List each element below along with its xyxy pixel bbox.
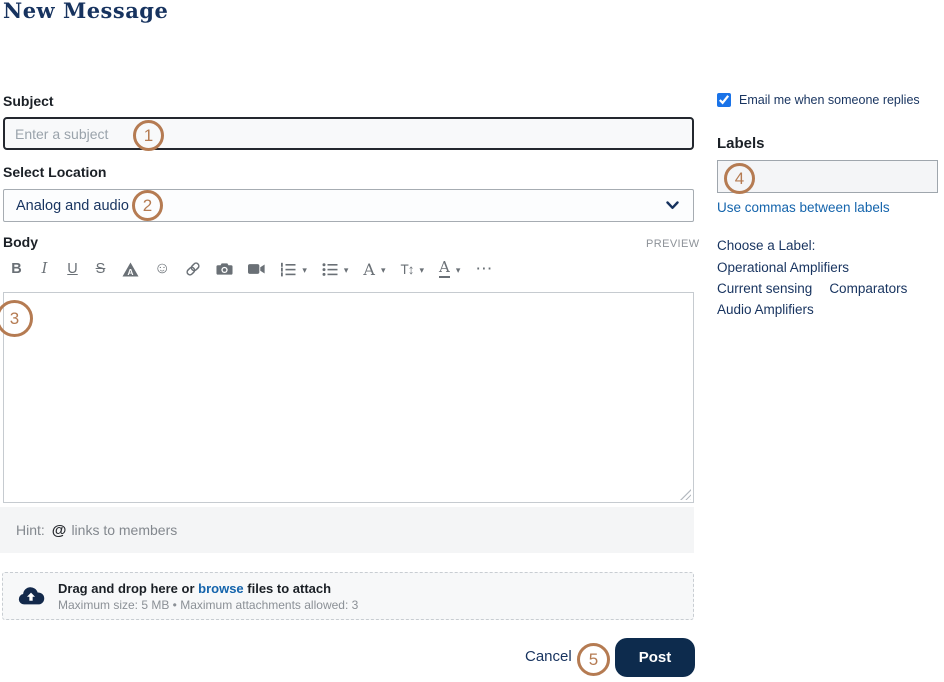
email-notify-label: Email me when someone replies	[739, 93, 920, 107]
attachment-text: Drag and drop here or browse files to at…	[58, 581, 358, 612]
spoiler-warning-icon[interactable]: A	[122, 257, 139, 281]
attachment-text-after: files to attach	[243, 580, 332, 596]
body-editor[interactable]	[4, 293, 693, 502]
chevron-down-icon	[420, 260, 425, 278]
preview-toggle[interactable]: PREVIEW	[646, 238, 700, 250]
svg-text:A: A	[127, 267, 133, 277]
label-link-current-sensing[interactable]: Current sensing	[717, 281, 812, 296]
label-link-comparators[interactable]: Comparators	[829, 281, 907, 296]
location-label: Select Location	[3, 164, 107, 180]
attachment-instruction: Drag and drop here or browse files to at…	[58, 581, 358, 596]
hint-bar: Hint: @ links to members	[0, 507, 694, 553]
subject-label: Subject	[3, 93, 54, 109]
underline-icon[interactable]: U	[66, 257, 79, 281]
hint-prefix: Hint:	[16, 522, 45, 538]
cancel-button[interactable]: Cancel	[525, 648, 572, 665]
emoji-icon[interactable]: ☺	[154, 257, 170, 281]
insert-image-icon[interactable]	[216, 257, 233, 281]
labels-help-link[interactable]: Use commas between labels	[717, 200, 890, 215]
font-family-dropdown[interactable]: A	[363, 260, 385, 279]
chevron-down-icon	[456, 260, 461, 278]
annotation-2: 2	[132, 190, 163, 221]
body-label: Body	[3, 234, 38, 250]
label-link-operational-amplifiers[interactable]: Operational Amplifiers	[717, 260, 849, 275]
annotation-1: 1	[133, 120, 164, 151]
body-editor-container	[3, 292, 694, 503]
labels-heading: Labels	[717, 135, 765, 152]
label-suggestions: Operational Amplifiers Current sensing Co…	[717, 257, 943, 320]
font-size-icon: T↕	[400, 261, 415, 277]
suggestion-row: Operational Amplifiers	[717, 257, 943, 278]
annotation-4: 4	[724, 163, 755, 194]
text-color-dropdown[interactable]: A	[439, 258, 461, 278]
unordered-list-icon	[322, 262, 338, 276]
location-select[interactable]: Analog and audio	[3, 189, 694, 222]
subject-input[interactable]	[3, 117, 694, 150]
email-notify-checkbox[interactable]	[717, 93, 731, 107]
label-link-audio-amplifiers[interactable]: Audio Amplifiers	[717, 302, 814, 317]
browse-files-link[interactable]: browse	[198, 581, 244, 596]
warning-triangle-icon: A	[122, 262, 139, 277]
strikethrough-icon[interactable]: S	[94, 257, 107, 281]
location-selected-value: Analog and audio	[16, 197, 129, 214]
chevron-down-icon	[666, 201, 679, 209]
camera-icon	[216, 263, 233, 275]
bold-icon[interactable]: B	[10, 257, 23, 281]
attachment-text-before: Drag and drop here or	[58, 580, 199, 596]
suggestion-row: Audio Amplifiers	[717, 299, 943, 320]
video-camera-icon	[248, 264, 265, 274]
cloud-upload-icon	[18, 586, 45, 604]
post-button[interactable]: Post	[615, 638, 695, 677]
ordered-list-icon	[281, 262, 296, 276]
suggestion-row: Current sensing Comparators	[717, 278, 943, 299]
page-title: New Message	[3, 0, 169, 23]
chevron-down-icon	[381, 260, 386, 278]
body-toolbar: B I U S A ☺ ▾ ▾ A ▾ T↕ ▾ A ▾ ⋯	[10, 254, 493, 284]
attachment-limits: Maximum size: 5 MB • Maximum attachments…	[58, 597, 359, 612]
insert-video-icon[interactable]	[248, 257, 265, 281]
more-options-icon[interactable]: ⋯	[475, 257, 493, 281]
attachment-dropzone[interactable]: Drag and drop here or browse files to at…	[2, 572, 694, 620]
font-size-dropdown[interactable]: T↕	[401, 260, 425, 278]
at-mention-symbol: @	[51, 521, 67, 539]
ordered-list-dropdown[interactable]	[280, 260, 307, 278]
insert-link-icon[interactable]	[185, 257, 201, 281]
italic-icon[interactable]: I	[38, 257, 51, 281]
new-message-page: New Message Subject Select Location Anal…	[0, 0, 944, 682]
link-icon	[186, 262, 200, 276]
chevron-down-icon	[302, 260, 307, 278]
email-notify-row: Email me when someone replies	[717, 93, 920, 107]
choose-label-text: Choose a Label:	[717, 238, 816, 253]
text-color-icon: A	[439, 258, 450, 278]
annotation-5: 5	[577, 643, 610, 676]
unordered-list-dropdown[interactable]	[322, 260, 349, 278]
chevron-down-icon	[344, 260, 349, 278]
font-family-icon: A	[363, 259, 375, 279]
hint-suffix: links to members	[71, 522, 178, 538]
